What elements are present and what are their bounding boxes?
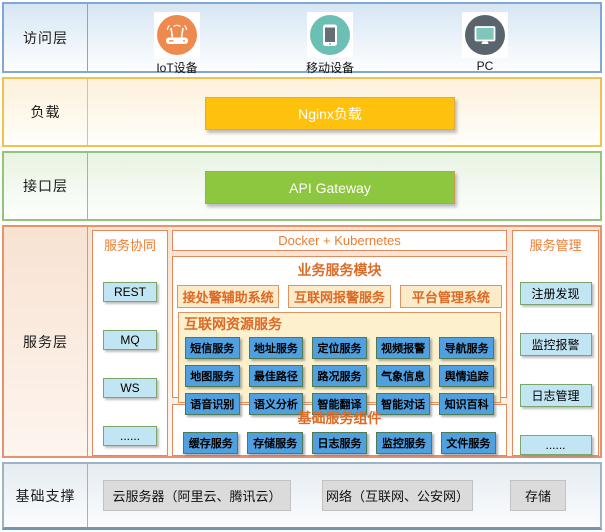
service-layer-content: 服务协同 REST MQ WS ...... Docker + Kubernet… bbox=[88, 227, 600, 456]
access-layer-label: 访问层 bbox=[4, 4, 88, 71]
service-management-title: 服务管理 bbox=[513, 231, 598, 254]
load-layer-content: Nginx负载 bbox=[88, 79, 600, 145]
storage-box: 存储 bbox=[510, 480, 566, 511]
service-box-speech: 语音识别 bbox=[185, 393, 240, 415]
infrastructure-button-row: 云服务器（阿里云、腾讯云） 网络（互联网、公安网） 存储 bbox=[88, 464, 600, 527]
business-systems-row: 接处警辅助系统 互联网报警服务 平台管理系统 bbox=[177, 285, 502, 308]
service-box-location: 定位服务 bbox=[312, 337, 367, 359]
device-pc-label: PC bbox=[477, 59, 494, 73]
mgmt-log-management-box: 日志管理 bbox=[520, 384, 592, 407]
service-management-panel: 服务管理 注册发现 监控报警 日志管理 ...... bbox=[512, 230, 599, 456]
service-box-sms: 短信服务 bbox=[185, 337, 240, 359]
service-box-map: 地图服务 bbox=[185, 365, 240, 387]
internet-service-grid: 短信服务 地址服务 定位服务 视频报警 导航服务 地图服务 最佳路径 路况服务 … bbox=[185, 337, 494, 415]
internet-resource-service-panel: 互联网资源服务 短信服务 地址服务 定位服务 视频报警 导航服务 地图服务 最佳… bbox=[178, 312, 501, 403]
internet-resource-service-title: 互联网资源服务 bbox=[179, 313, 500, 334]
system-box-platform-mgmt: 平台管理系统 bbox=[400, 285, 502, 308]
service-collaboration-panel: 服务协同 REST MQ WS ...... bbox=[92, 230, 168, 456]
component-box-log: 日志服务 bbox=[312, 432, 367, 454]
api-gateway-box: API Gateway bbox=[205, 171, 455, 204]
service-box-encyclopedia: 知识百科 bbox=[439, 393, 494, 415]
system-box-internet-alarm: 互联网报警服务 bbox=[288, 285, 390, 308]
interface-layer-content: API Gateway bbox=[88, 153, 600, 219]
mgmt-monitor-alarm-box: 监控报警 bbox=[520, 333, 592, 356]
protocol-more-box: ...... bbox=[103, 426, 157, 446]
basic-components-row: 缓存服务 存储服务 日志服务 监控服务 文件服务 bbox=[183, 432, 496, 454]
service-box-video-alarm: 视频报警 bbox=[376, 337, 431, 359]
network-box: 网络（互联网、公安网） bbox=[322, 480, 473, 511]
business-service-module-title: 业务服务模块 bbox=[173, 257, 506, 280]
component-box-file: 文件服务 bbox=[441, 432, 496, 454]
protocol-ws-box: WS bbox=[103, 378, 157, 398]
service-layer-label: 服务层 bbox=[4, 227, 88, 456]
docker-kubernetes-bar: Docker + Kubernetes bbox=[172, 230, 507, 251]
load-layer-row: 负载 Nginx负载 bbox=[2, 77, 602, 147]
service-box-traffic: 路况服务 bbox=[312, 365, 367, 387]
protocol-rest-box: REST bbox=[103, 282, 157, 302]
device-iot: IoT设备 bbox=[137, 12, 217, 76]
router-icon bbox=[154, 12, 200, 58]
service-box-dialogue: 智能对话 bbox=[376, 393, 431, 415]
service-box-navigation: 导航服务 bbox=[439, 337, 494, 359]
component-box-cache: 缓存服务 bbox=[183, 432, 238, 454]
device-pc: PC bbox=[445, 12, 525, 73]
load-layer-label: 负载 bbox=[4, 79, 88, 145]
infrastructure-content: 云服务器（阿里云、腾讯云） 网络（互联网、公安网） 存储 bbox=[88, 464, 600, 527]
mgmt-more-box: ...... bbox=[520, 435, 592, 455]
component-box-storage: 存储服务 bbox=[247, 432, 302, 454]
device-iot-label: IoT设备 bbox=[156, 59, 197, 76]
device-mobile: 移动设备 bbox=[290, 12, 370, 76]
device-list: IoT设备 移动设备 bbox=[88, 4, 600, 71]
service-collaboration-title: 服务协同 bbox=[93, 231, 167, 254]
service-box-weather: 气象信息 bbox=[376, 365, 431, 387]
device-mobile-label: 移动设备 bbox=[306, 59, 354, 76]
access-layer-content: IoT设备 移动设备 bbox=[88, 4, 600, 71]
infrastructure-row: 基础支撑 云服务器（阿里云、腾讯云） 网络（互联网、公安网） 存储 bbox=[2, 462, 602, 530]
component-box-monitor: 监控服务 bbox=[376, 432, 431, 454]
service-box-sentiment: 舆情追踪 bbox=[439, 365, 494, 387]
monitor-icon bbox=[462, 12, 508, 58]
cloud-server-box: 云服务器（阿里云、腾讯云） bbox=[103, 480, 291, 511]
tablet-icon bbox=[307, 12, 353, 58]
service-main-column: Docker + Kubernetes 业务服务模块 接处警辅助系统 互联网报警… bbox=[172, 230, 507, 456]
interface-layer-row: 接口层 API Gateway bbox=[2, 151, 602, 221]
service-box-address: 地址服务 bbox=[249, 337, 304, 359]
system-box-alarm-assist: 接处警辅助系统 bbox=[177, 285, 279, 308]
service-box-best-route: 最佳路径 bbox=[249, 365, 304, 387]
infrastructure-label: 基础支撑 bbox=[4, 464, 88, 527]
mgmt-register-discovery-box: 注册发现 bbox=[520, 282, 592, 305]
interface-layer-label: 接口层 bbox=[4, 153, 88, 219]
service-layer-row: 服务层 服务协同 REST MQ WS ...... Docker + Kube… bbox=[2, 225, 602, 458]
architecture-diagram: 访问层 bbox=[0, 0, 605, 532]
nginx-load-box: Nginx负载 bbox=[205, 97, 455, 130]
access-layer-row: 访问层 bbox=[2, 2, 602, 73]
business-service-module-box: 业务服务模块 接处警辅助系统 互联网报警服务 平台管理系统 互联网资源服务 短信… bbox=[172, 256, 507, 398]
protocol-mq-box: MQ bbox=[103, 330, 157, 350]
service-box-semantic: 语义分析 bbox=[249, 393, 304, 415]
